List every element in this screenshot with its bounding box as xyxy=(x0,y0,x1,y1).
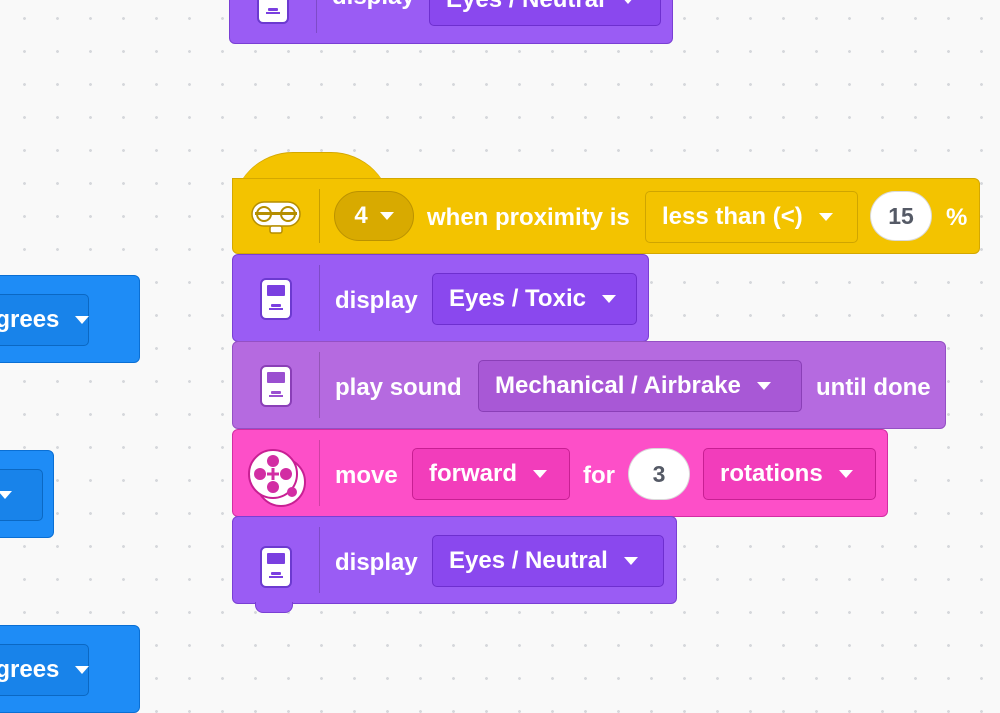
chevron-down-icon xyxy=(533,470,548,478)
chevron-down-icon xyxy=(818,213,833,221)
display-block-neutral[interactable]: display Eyes / Neutral xyxy=(232,516,677,613)
degrees-dropdown-1[interactable]: egrees xyxy=(0,294,90,346)
unit-value: rotations xyxy=(720,460,823,487)
unit-dropdown[interactable]: rotations xyxy=(703,448,876,500)
degrees-dropdown-3-value: egrees xyxy=(0,656,60,683)
display-icon xyxy=(256,0,290,25)
proximity-value: 15 xyxy=(888,202,914,229)
display-image-dropdown[interactable]: Eyes / Toxic xyxy=(432,273,637,325)
display-label: display xyxy=(335,287,418,314)
for-label: for xyxy=(583,462,615,489)
display-label: display xyxy=(332,0,415,11)
direction-value: forward xyxy=(429,460,518,487)
chevron-down-icon xyxy=(379,212,394,220)
move-amount-input[interactable]: 3 xyxy=(628,448,690,500)
degrees-dropdown-3[interactable]: egrees xyxy=(0,644,90,696)
display-image-value: Eyes / Toxic xyxy=(449,285,586,312)
chevron-down-icon xyxy=(756,382,771,390)
move-amount-value: 3 xyxy=(652,460,666,487)
play-sound-block[interactable]: play sound Mechanical / Airbrake until d… xyxy=(232,341,946,429)
chevron-down-icon xyxy=(75,316,90,324)
display-block-toxic[interactable]: display Eyes / Toxic xyxy=(232,254,649,342)
display-image-value: Eyes / Neutral xyxy=(449,547,608,574)
chevron-down-icon xyxy=(623,557,638,565)
display-image-dropdown[interactable]: Eyes / Neutral xyxy=(429,0,661,26)
port-value: 4 xyxy=(354,202,368,229)
display-icon xyxy=(259,277,293,321)
when-proximity-label: when proximity is xyxy=(427,204,630,231)
when-proximity-hat-block[interactable]: 4 when proximity is less than (<) 15 % xyxy=(232,178,980,254)
move-label: move xyxy=(335,462,398,489)
motor-block-left-3[interactable]: egrees xyxy=(0,625,140,713)
motor-block-left-1[interactable]: egrees xyxy=(0,275,140,363)
dropdown-left-2[interactable] xyxy=(0,469,43,521)
play-sound-label: play sound xyxy=(335,374,462,401)
motor-block-left-2[interactable] xyxy=(0,450,54,538)
chevron-down-icon xyxy=(601,295,616,303)
block-bottom-notch xyxy=(255,602,293,613)
hub-sound-icon xyxy=(259,364,293,408)
port-selector[interactable]: 4 xyxy=(334,191,414,241)
chevron-down-icon xyxy=(838,470,853,478)
display-block-top[interactable]: display Eyes / Neutral xyxy=(229,0,673,44)
sound-value: Mechanical / Airbrake xyxy=(495,372,741,399)
motor-pair-icon xyxy=(245,448,309,508)
display-icon xyxy=(259,545,293,589)
comparator-value: less than (<) xyxy=(662,203,803,230)
move-block[interactable]: move forward for 3 rotations xyxy=(232,429,888,517)
degrees-dropdown-1-value: egrees xyxy=(0,306,60,333)
display-image-dropdown[interactable]: Eyes / Neutral xyxy=(432,535,664,587)
until-done-label: until done xyxy=(816,374,931,401)
chevron-down-icon xyxy=(620,0,635,4)
comparator-dropdown[interactable]: less than (<) xyxy=(645,191,858,243)
display-label: display xyxy=(335,549,418,576)
chevron-down-icon xyxy=(75,666,90,674)
chevron-down-icon xyxy=(0,491,12,499)
proximity-value-input[interactable]: 15 xyxy=(870,191,932,241)
display-image-value: Eyes / Neutral xyxy=(446,0,605,14)
percent-unit-label: % xyxy=(946,204,968,231)
distance-sensor-icon xyxy=(251,199,301,235)
direction-dropdown[interactable]: forward xyxy=(412,448,570,500)
sound-dropdown[interactable]: Mechanical / Airbrake xyxy=(478,360,802,412)
